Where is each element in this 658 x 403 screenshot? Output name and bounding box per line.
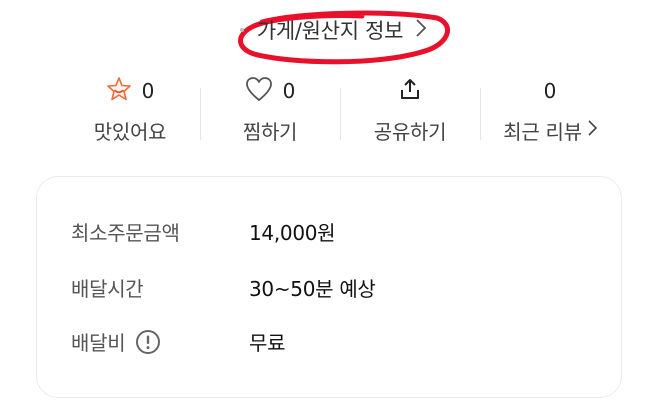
reviews-label: 최근 리뷰 <box>503 120 582 144</box>
favorite-label: 찜하기 <box>242 120 298 144</box>
delivery-fee-key: 배달비 <box>71 331 126 355</box>
review-count: 0 <box>543 79 557 103</box>
store-info-link[interactable]: 가게/원산지 정보 <box>232 8 452 65</box>
min-order-value: 14,000원 <box>249 221 336 245</box>
delivery-info-card: 최소주문금액 14,000원 배달시간 30~50분 예상 배달비 무료 <box>36 176 622 398</box>
share-label: 공유하기 <box>373 120 447 144</box>
row-delivery-fee: 배달비 무료 <box>71 327 286 356</box>
row-delivery-time: 배달시간 30~50분 예상 <box>71 273 376 302</box>
stat-recent-reviews[interactable]: 0 최근 리뷰 <box>480 74 620 150</box>
share-icon <box>398 77 422 105</box>
chevron-right-icon <box>415 18 427 42</box>
info-icon[interactable] <box>135 329 161 355</box>
like-label: 맛있어요 <box>93 120 167 144</box>
row-min-order: 최소주문금액 14,000원 <box>71 217 336 246</box>
stat-favorite[interactable]: 0 찜하기 <box>200 74 340 150</box>
star-badge-icon <box>106 76 132 106</box>
delivery-time-key: 배달시간 <box>71 277 144 301</box>
chevron-right-icon <box>588 120 597 141</box>
decor-dot <box>240 28 244 32</box>
delivery-time-value: 30~50분 예상 <box>249 277 376 301</box>
heart-icon <box>245 76 273 106</box>
min-order-key: 최소주문금액 <box>71 221 180 245</box>
stat-share[interactable]: 공유하기 <box>340 74 480 150</box>
store-info-label: 가게/원산지 정보 <box>256 19 404 43</box>
delivery-fee-value: 무료 <box>249 331 286 355</box>
stats-row: 0 맛있어요 0 찜하기 공유하기 0 최근 리뷰 <box>60 74 620 150</box>
like-count: 0 <box>141 79 155 103</box>
favorite-count: 0 <box>282 79 296 103</box>
stat-like[interactable]: 0 맛있어요 <box>60 74 200 150</box>
